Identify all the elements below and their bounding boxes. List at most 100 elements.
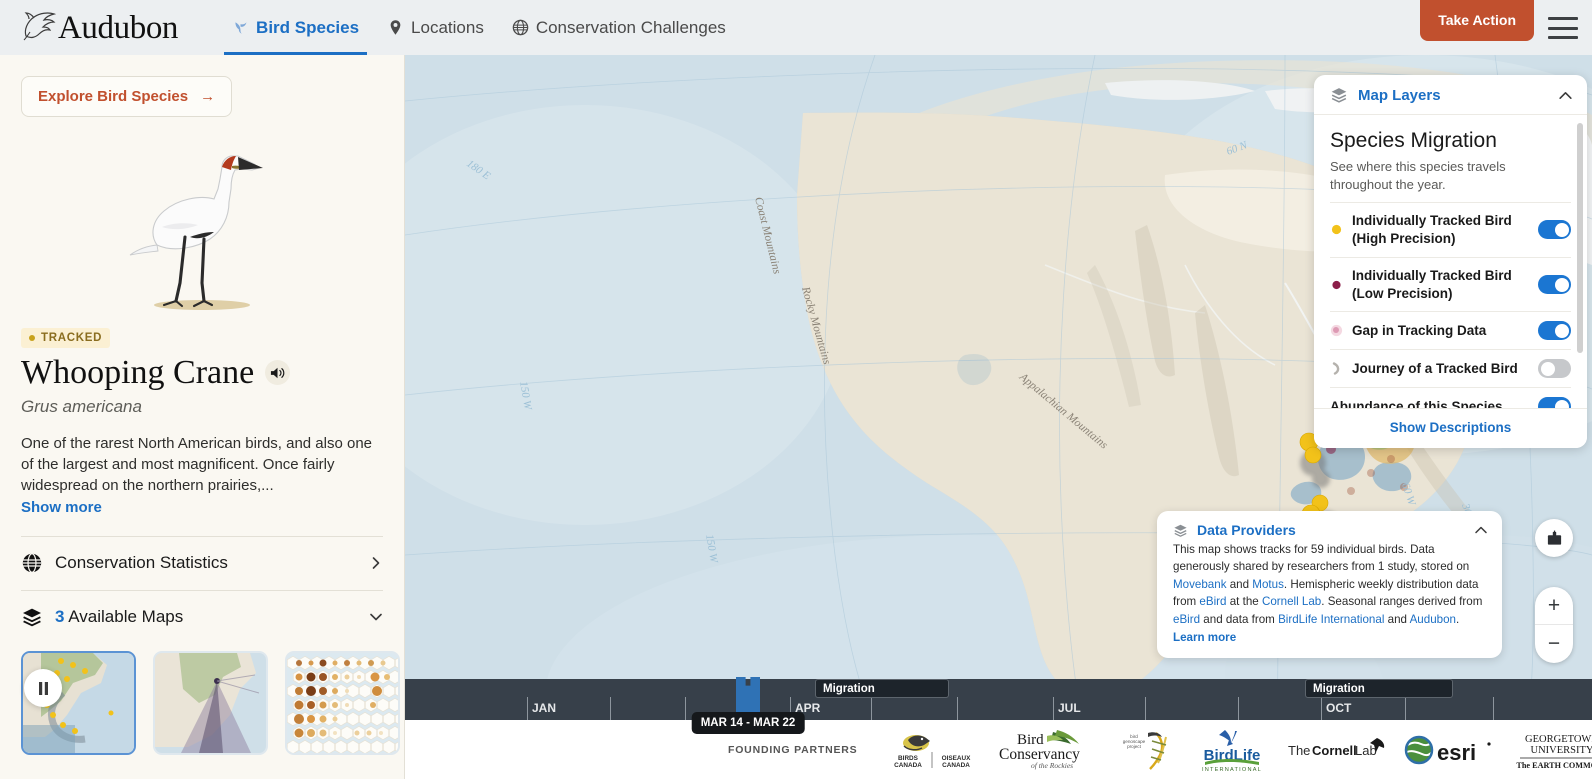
layer-label: Journey of a Tracked Bird (1352, 360, 1518, 376)
map-layers-panel: Map Layers Species Migration See where t… (1314, 75, 1587, 448)
nav-item-label: Conservation Challenges (535, 17, 726, 37)
layer-toggle-tracked-low-precision[interactable] (1538, 275, 1571, 295)
layer-row-tracked-low-precision[interactable]: Individually Tracked Bird (Low Precision… (1330, 256, 1571, 312)
chevron-down-icon (370, 613, 382, 621)
chevron-up-icon[interactable] (1474, 523, 1488, 537)
available-maps-label: Available Maps (68, 607, 184, 627)
nav-item-locations[interactable]: Locations (373, 0, 498, 55)
sidebar-item-label: Conservation Statistics (55, 553, 228, 573)
nav-items: Bird Species Locations Conservation Chal… (218, 0, 740, 55)
svg-text:Lab: Lab (1355, 743, 1377, 758)
zoom-out-button[interactable]: − (1535, 625, 1573, 663)
globe-icon (22, 553, 42, 573)
show-descriptions-link[interactable]: Show Descriptions (1390, 420, 1512, 435)
species-migration-subtitle: See where this species travels throughou… (1330, 159, 1506, 192)
timeline-tick (1405, 697, 1406, 720)
audubon-logo[interactable]: Audubon (18, 10, 178, 46)
map-layers-footer: Show Descriptions (1314, 408, 1587, 448)
partner-logo-georgetown-university[interactable]: GEORGETOWN UNIVERSITY The EARTH COMMONS (1512, 728, 1592, 772)
svg-text:CANADA: CANADA (942, 762, 970, 769)
migration-timeline[interactable]: JAN APR JUL OCT Migration Migration (405, 677, 1592, 720)
layer-row-abundance[interactable]: Abundance of this Species (1330, 387, 1571, 408)
layer-label: Gap in Tracking Data (1352, 322, 1487, 338)
svg-text:OISEAUX: OISEAUX (941, 755, 971, 762)
hamburger-menu-icon[interactable] (1548, 17, 1578, 39)
provider-link[interactable]: BirdLife International (1278, 613, 1384, 626)
sidebar-item-available-maps[interactable]: 3 Available Maps (21, 591, 383, 644)
data-providers-header[interactable]: Data Providers (1173, 522, 1488, 538)
map-layers-body: Species Migration See where this species… (1314, 115, 1587, 408)
maroon-dot-icon (1332, 280, 1341, 290)
layers-icon (23, 608, 41, 627)
provider-link[interactable]: Cornell Lab (1262, 595, 1321, 608)
species-sidebar: Explore Bird Species → TRACKED Whooping … (0, 55, 405, 779)
timeline-tick (871, 697, 872, 720)
layer-toggle-journey[interactable] (1538, 359, 1571, 379)
layer-row-gap-in-tracking[interactable]: Gap in Tracking Data (1330, 311, 1571, 349)
layer-row-journey[interactable]: Journey of a Tracked Bird (1330, 349, 1571, 387)
provider-link[interactable]: Motus (1252, 578, 1284, 591)
map-layers-title: Map Layers (1358, 86, 1441, 104)
data-providers-panel: Data Providers This map shows tracks for… (1157, 511, 1502, 658)
provider-link[interactable]: Audubon (1410, 613, 1456, 626)
svg-text:esri: esri (1437, 740, 1476, 765)
provider-link[interactable]: Movebank (1173, 578, 1227, 591)
partner-logo-cornell-lab[interactable]: The Cornell Lab (1286, 728, 1386, 772)
map-thumb-abundance[interactable] (285, 650, 400, 755)
partner-logos: BIRDS CANADA OISEAUX CANADA Bird Conserv… (886, 728, 1592, 772)
timeline-month-label: JUL (1058, 701, 1081, 715)
zoom-in-button[interactable]: + (1535, 587, 1573, 625)
founding-partners-label: FOUNDING PARTNERS (728, 743, 858, 756)
sidebar-item-label: 3 Available Maps (55, 607, 369, 627)
timeline-season-band[interactable]: Migration (1305, 679, 1453, 698)
play-bird-call-button[interactable] (265, 360, 291, 386)
map-thumb-journey[interactable] (153, 650, 268, 755)
layers-icon (1174, 524, 1187, 537)
partner-logo-bird-conservancy[interactable]: Bird Conservancy of the Rockies (995, 728, 1103, 772)
layer-row-tracked-high-precision[interactable]: Individually Tracked Bird (High Precisio… (1330, 202, 1571, 257)
timeline-tick (1493, 697, 1494, 720)
provider-link[interactable]: eBird (1173, 613, 1200, 626)
partner-logo-bird-genoscape-project[interactable]: bird genoscape project (1120, 728, 1178, 772)
timeline-month-label: JAN (532, 701, 557, 715)
sidebar-item-conservation-statistics[interactable]: Conservation Statistics (21, 537, 383, 590)
layers-scrollbar[interactable] (1577, 123, 1583, 353)
partner-logo-birdlife-international[interactable]: BirdLife INTERNATIONAL (1195, 728, 1269, 772)
layer-toggle-gap-in-tracking[interactable] (1538, 321, 1571, 341)
timeline-tick (610, 697, 611, 720)
badge-dot-icon (29, 335, 35, 341)
provider-link[interactable]: eBird (1199, 595, 1226, 608)
partner-logo-birds-canada[interactable]: BIRDS CANADA OISEAUX CANADA (886, 728, 978, 772)
partner-logo-esri[interactable]: esri (1403, 728, 1495, 772)
take-action-button[interactable]: Take Action (1420, 0, 1534, 41)
globe-icon (512, 19, 529, 36)
layers-icon (1331, 88, 1347, 103)
layer-toggle-tracked-high-precision[interactable] (1538, 220, 1571, 240)
layer-toggle-abundance[interactable] (1538, 397, 1571, 408)
explore-bird-species-button[interactable]: Explore Bird Species → (21, 76, 233, 117)
svg-text:INTERNATIONAL: INTERNATIONAL (1202, 767, 1262, 772)
grey-arc-icon (1332, 362, 1340, 376)
svg-text:Cornell: Cornell (1312, 743, 1357, 758)
svg-text:The: The (1288, 743, 1310, 758)
timeline-season-band[interactable]: Migration (815, 679, 949, 698)
map-layers-header[interactable]: Map Layers (1314, 75, 1587, 115)
nav-item-bird-species[interactable]: Bird Species (218, 0, 373, 55)
species-description: One of the rarest North American birds, … (21, 434, 373, 495)
speaker-icon (271, 367, 285, 379)
top-navigation-bar: Audubon Bird Species Locations Conservat… (0, 0, 1592, 55)
chevron-up-icon[interactable] (1558, 88, 1573, 103)
nav-item-conservation-challenges[interactable]: Conservation Challenges (498, 0, 740, 55)
basemap-toggle-button[interactable] (1535, 519, 1573, 557)
species-scientific-name: Grus americana (21, 396, 142, 416)
timeline-tick (957, 697, 958, 720)
svg-text:CANADA: CANADA (894, 762, 922, 769)
migration-map[interactable]: Prime MeridianScandinavianMountains180 E… (405, 55, 1592, 779)
nav-item-label: Bird Species (256, 17, 360, 37)
audubon-bird-migration-explorer: Audubon Bird Species Locations Conservat… (0, 0, 1592, 779)
brand-name: Audubon (58, 9, 179, 46)
abundance-label: Abundance of this Species (1330, 398, 1503, 408)
learn-more-link[interactable]: Learn more (1173, 631, 1236, 644)
timeline-play-pause-button[interactable] (24, 669, 62, 707)
show-more-link[interactable]: Show more (21, 499, 102, 516)
